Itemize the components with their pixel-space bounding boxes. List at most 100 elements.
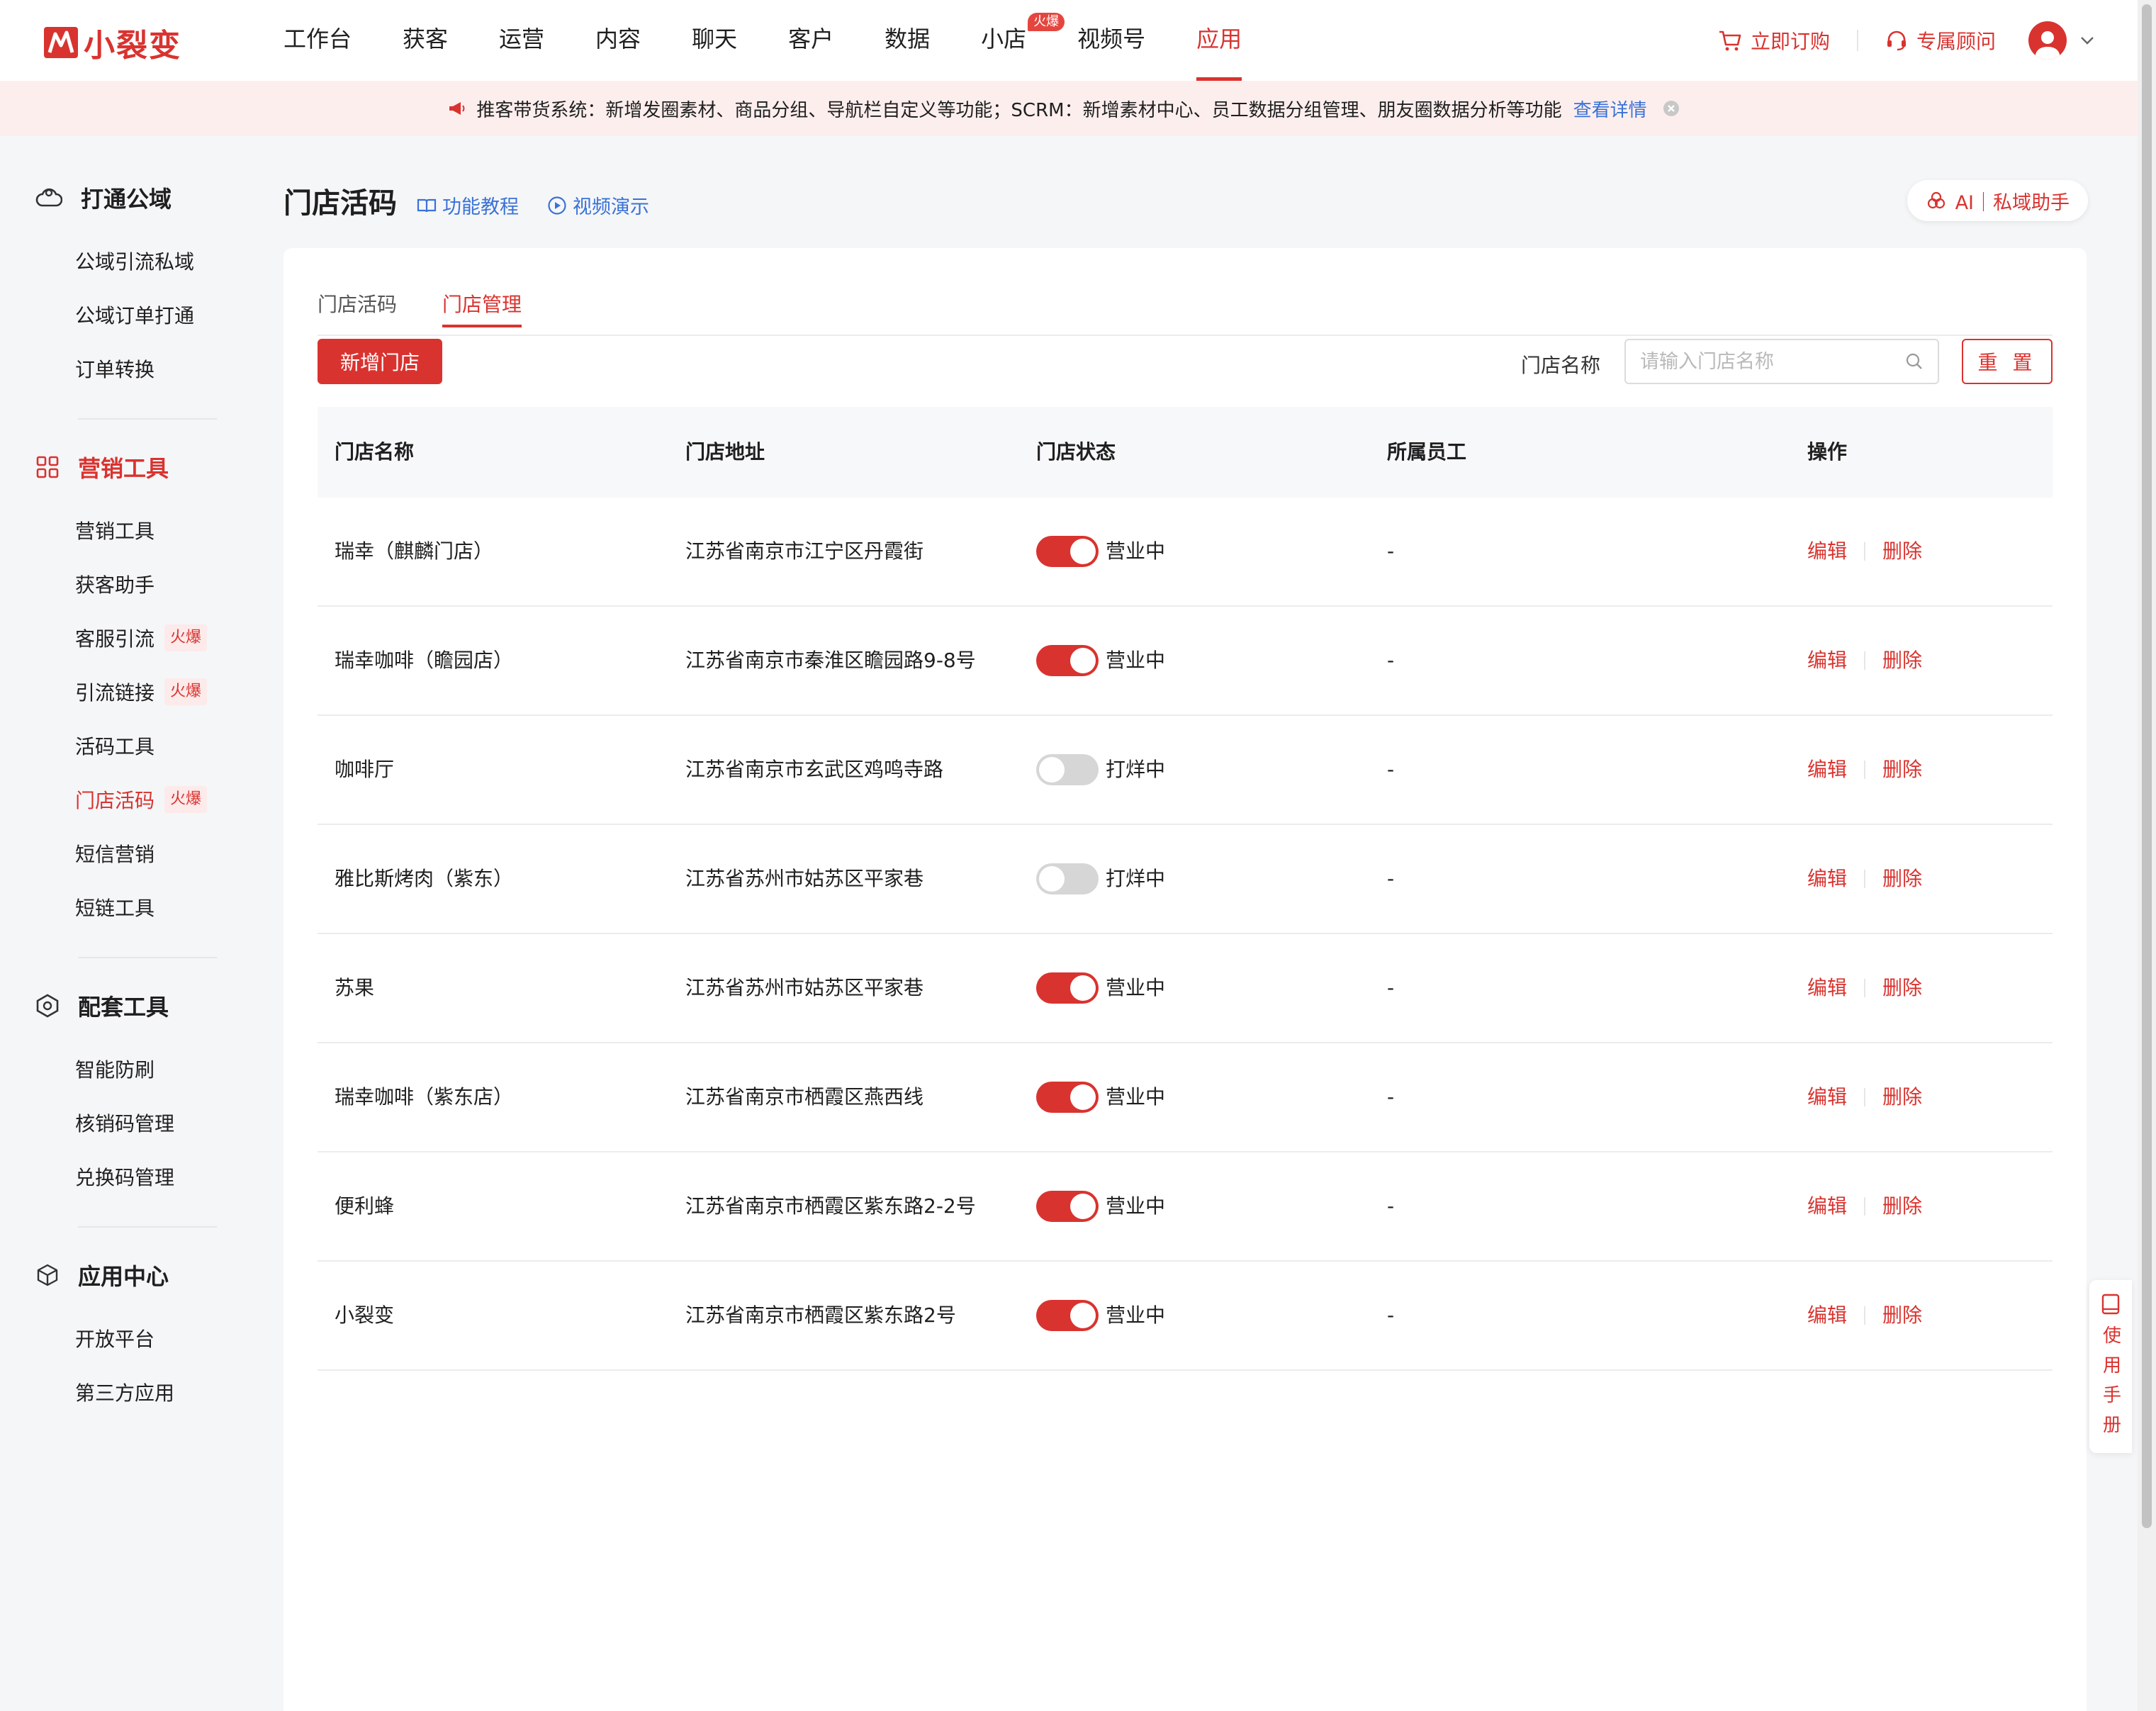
chevron-down-icon[interactable]	[2079, 35, 2095, 45]
tab-store-code[interactable]: 门店活码	[318, 289, 397, 318]
delete-button[interactable]: 删除	[1882, 1262, 1922, 1369]
sidebar-item-order-conversion[interactable]: 订单转换	[75, 354, 155, 383]
sidebar-group-app-center[interactable]: 应用中心	[35, 1259, 169, 1291]
delete-button[interactable]: 删除	[1882, 934, 1922, 1042]
nav-chat[interactable]: 聊天	[692, 0, 737, 81]
sidebar-group-support-tools[interactable]: 配套工具	[35, 989, 169, 1022]
action-divider	[1864, 979, 1866, 997]
status-toggle[interactable]	[1036, 1300, 1099, 1331]
sidebar-item-label: 获客助手	[75, 573, 155, 597]
scrollbar-thumb[interactable]	[2142, 4, 2152, 1528]
sidebar-item-marketing-tools[interactable]: 营销工具	[75, 516, 155, 544]
sidebar-item-sms-marketing[interactable]: 短信营销	[75, 839, 155, 868]
store-actions-cell: 编辑 删除	[1807, 498, 1922, 605]
sidebar-item-label: 订单转换	[75, 358, 155, 381]
status-toggle[interactable]	[1036, 972, 1099, 1004]
edit-button[interactable]: 编辑	[1807, 825, 1847, 933]
nav-content[interactable]: 内容	[595, 0, 641, 81]
store-status-cell: 营业中	[1036, 1152, 1165, 1260]
add-store-button[interactable]: 新增门店	[318, 339, 442, 384]
sidebar-item-traffic-link[interactable]: 引流链接 火爆	[75, 678, 208, 706]
store-name-cell: 苏果	[335, 976, 375, 999]
store-staff-cell: -	[1387, 649, 1395, 672]
nav-channels[interactable]: 视频号	[1077, 0, 1145, 81]
store-address-cell: 江苏省南京市栖霞区紫东路2号	[685, 1303, 956, 1327]
delete-button[interactable]: 删除	[1882, 1152, 1922, 1260]
notice-details-link[interactable]: 查看详情	[1573, 96, 1647, 122]
tutorial-link[interactable]: 功能教程	[417, 191, 519, 219]
consultant-link[interactable]: 专属顾问	[1885, 26, 1996, 55]
table-row: 便利蜂 江苏省南京市栖霞区紫东路2-2号 营业中 - 编辑 删除	[318, 1152, 2053, 1262]
logo[interactable]: 小裂变	[43, 20, 181, 65]
nav-customers[interactable]: 客户	[788, 0, 833, 81]
edit-button[interactable]: 编辑	[1807, 498, 1847, 605]
edit-button[interactable]: 编辑	[1807, 934, 1847, 1042]
status-toggle[interactable]	[1036, 536, 1099, 567]
book-icon	[417, 198, 437, 212]
delete-button[interactable]: 删除	[1882, 716, 1922, 824]
search-icon[interactable]	[1905, 352, 1924, 371]
nav-label: 聊天	[692, 26, 738, 52]
sidebar-item-service-traffic[interactable]: 客服引流 火爆	[75, 624, 208, 652]
order-now-link[interactable]: 立即订购	[1718, 26, 1830, 55]
avatar[interactable]	[2028, 21, 2067, 60]
top-right-actions: 立即订购 专属顾问	[1718, 0, 2095, 81]
edit-button[interactable]: 编辑	[1807, 716, 1847, 824]
sidebar-group-marketing-tools[interactable]: 营销工具	[35, 451, 169, 483]
store-name-input[interactable]	[1640, 350, 1905, 373]
ai-knot-icon	[1927, 191, 1945, 209]
sidebar-group-public-domain[interactable]: 打通公域	[35, 181, 172, 214]
sidebar-item-third-party-apps[interactable]: 第三方应用	[75, 1378, 174, 1406]
sidebar-item-live-code[interactable]: 活码工具	[75, 731, 155, 760]
tab-store-management[interactable]: 门店管理	[442, 289, 522, 327]
user-manual-button[interactable]: 使用手册	[2089, 1280, 2132, 1453]
logo-icon	[44, 27, 78, 58]
sidebar-item-verification-codes[interactable]: 核销码管理	[75, 1109, 174, 1137]
hot-badge: 火爆	[164, 624, 208, 651]
store-name-cell: 咖啡厅	[335, 758, 395, 781]
nav-workbench[interactable]: 工作台	[283, 0, 352, 81]
nav-apps[interactable]: 应用	[1196, 0, 1242, 81]
sidebar-item-label: 短信营销	[75, 843, 155, 866]
status-text: 打烊中	[1106, 867, 1166, 890]
store-name-cell: 小裂变	[335, 1303, 395, 1327]
edit-button[interactable]: 编辑	[1807, 1152, 1847, 1260]
delete-button[interactable]: 删除	[1882, 825, 1922, 933]
nav-acquire[interactable]: 获客	[403, 0, 448, 81]
nav-shop[interactable]: 小店 火爆	[981, 0, 1065, 81]
ai-assistant-button[interactable]: AI｜私域助手	[1907, 180, 2088, 221]
sidebar-item-anti-fraud[interactable]: 智能防刷	[75, 1055, 155, 1083]
sidebar-item-label: 客服引流	[75, 627, 155, 651]
sidebar-item-store-code[interactable]: 门店活码 火爆	[75, 785, 208, 814]
sidebar-item-short-link[interactable]: 短链工具	[75, 893, 155, 921]
status-toggle[interactable]	[1036, 645, 1099, 676]
delete-button[interactable]: 删除	[1882, 1043, 1922, 1151]
sidebar-item-public-to-private[interactable]: 公域引流私域	[75, 247, 194, 275]
grid-icon	[36, 456, 59, 478]
edit-button[interactable]: 编辑	[1807, 1262, 1847, 1369]
sidebar-item-acquire-assistant[interactable]: 获客助手	[75, 570, 155, 598]
sidebar-item-open-platform[interactable]: 开放平台	[75, 1324, 155, 1352]
headset-icon	[1887, 30, 1906, 51]
video-demo-link[interactable]: 视频演示	[547, 191, 649, 219]
brand-name: 小裂变	[84, 28, 181, 64]
delete-button[interactable]: 删除	[1882, 498, 1922, 605]
sidebar-divider	[78, 418, 217, 420]
toggle-knob	[1070, 1084, 1096, 1110]
nav-data[interactable]: 数据	[885, 0, 930, 81]
sidebar-item-public-orders[interactable]: 公域订单打通	[75, 301, 194, 329]
store-address-cell: 江苏省苏州市姑苏区平家巷	[685, 867, 924, 890]
sidebar-item-redeem-codes[interactable]: 兑换码管理	[75, 1162, 174, 1191]
status-toggle[interactable]	[1036, 863, 1099, 894]
store-staff-cell: -	[1387, 1085, 1395, 1109]
edit-button[interactable]: 编辑	[1807, 1043, 1847, 1151]
status-toggle[interactable]	[1036, 1191, 1099, 1222]
delete-button[interactable]: 删除	[1882, 607, 1922, 714]
reset-button[interactable]: 重 置	[1962, 339, 2053, 384]
nav-operations[interactable]: 运营	[499, 0, 544, 81]
status-toggle[interactable]	[1036, 754, 1099, 785]
close-icon[interactable]	[1663, 100, 1680, 117]
edit-button[interactable]: 编辑	[1807, 607, 1847, 714]
status-toggle[interactable]	[1036, 1082, 1099, 1113]
order-now-label: 立即订购	[1750, 30, 1830, 53]
